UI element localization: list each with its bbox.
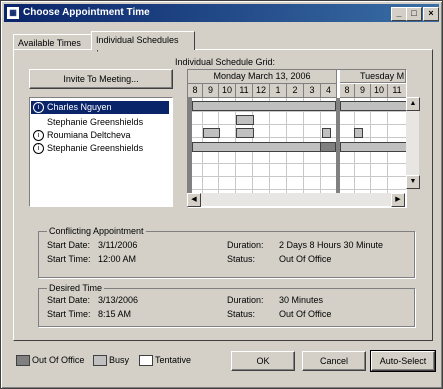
hour-header: 2 xyxy=(287,84,304,98)
schedule-grid[interactable]: Monday March 13, 2006 Tuesday M 8 9 10 1… xyxy=(187,69,407,208)
scroll-up-icon[interactable]: ▲ xyxy=(406,97,420,111)
app-icon: ▦ xyxy=(7,7,19,19)
hour-header: 9 xyxy=(203,84,219,98)
status-label: Status: xyxy=(227,309,256,319)
tab-individual-schedules[interactable]: Individual Schedules xyxy=(91,31,195,50)
grid-horizontal-scrollbar[interactable]: ◀ ▶ xyxy=(187,193,405,207)
close-button[interactable]: × xyxy=(423,7,439,21)
auto-select-button[interactable]: Auto-Select xyxy=(370,350,436,372)
day-separator xyxy=(336,98,340,206)
title-bar[interactable]: ▦ Choose Appointment Time _ □ × xyxy=(4,4,439,22)
duration-label: Duration: xyxy=(227,240,264,250)
out-of-office-block[interactable] xyxy=(320,142,336,152)
busy-block[interactable] xyxy=(340,101,406,111)
hour-header: 8 xyxy=(188,84,203,98)
conflicting-appointment-group: Conflicting Appointment Start Date: 3/11… xyxy=(38,226,415,278)
busy-swatch xyxy=(93,355,107,366)
scroll-left-icon[interactable]: ◀ xyxy=(187,193,201,207)
busy-block[interactable] xyxy=(322,128,331,138)
hour-header: 11 xyxy=(236,84,253,98)
minimize-button[interactable]: _ xyxy=(391,7,407,21)
attendee-item-stephanie-greenshields-2[interactable]: i Stephanie Greenshields xyxy=(31,142,169,155)
hour-header: 11 xyxy=(388,84,406,98)
start-date-label: Start Date: xyxy=(47,295,91,305)
hour-header: 12 xyxy=(253,84,270,98)
start-time-value: 12:00 AM xyxy=(98,254,137,264)
start-time-value: 8:15 AM xyxy=(98,309,132,319)
day-header: Monday March 13, 2006 xyxy=(188,70,337,84)
ok-button[interactable]: OK xyxy=(231,351,295,371)
scroll-right-icon[interactable]: ▶ xyxy=(391,193,405,207)
day-header: Tuesday M xyxy=(340,70,406,83)
attendee-item-stephanie-greenshields[interactable]: Stephanie Greenshields xyxy=(31,116,169,129)
status-value: Out Of Office xyxy=(279,309,332,319)
start-time-label: Start Time: xyxy=(47,309,91,319)
info-icon: i xyxy=(33,102,44,114)
tentative-swatch xyxy=(139,355,153,366)
duration-value: 30 Minutes xyxy=(279,295,324,305)
hour-header: 1 xyxy=(270,84,287,98)
cancel-button[interactable]: Cancel xyxy=(302,351,366,371)
busy-block[interactable] xyxy=(340,142,406,152)
start-date-value: 3/11/2006 xyxy=(98,240,138,250)
attendee-list[interactable]: i Charles Nguyen Stephanie Greenshields i… xyxy=(29,97,173,207)
grid-vertical-scrollbar[interactable]: ▲ ▼ xyxy=(406,97,420,189)
desired-time-group: Desired Time Start Date: 3/13/2006 Start… xyxy=(38,283,415,327)
attendee-item-roumiana-deltcheva[interactable]: i Roumiana Deltcheva xyxy=(31,129,169,142)
tentative-legend-label: Tentative xyxy=(155,355,192,365)
busy-block[interactable] xyxy=(236,115,254,125)
hour-header: 4 xyxy=(321,84,337,98)
hour-header: 10 xyxy=(219,84,236,98)
start-date-label: Start Date: xyxy=(47,240,91,250)
busy-block[interactable] xyxy=(203,128,220,138)
hour-header: 3 xyxy=(304,84,321,98)
info-icon: i xyxy=(33,130,44,142)
hour-header: 10 xyxy=(371,84,388,98)
start-date-value: 3/13/2006 xyxy=(98,295,139,305)
status-value: Out Of Office xyxy=(279,254,332,264)
time-marker xyxy=(188,98,192,206)
status-label: Status: xyxy=(227,254,256,264)
duration-value: 2 Days 8 Hours 30 Minute xyxy=(279,240,384,250)
info-icon: i xyxy=(33,143,44,155)
busy-block[interactable] xyxy=(192,142,322,152)
busy-block[interactable] xyxy=(236,128,254,138)
choose-appointment-window: ▦ Choose Appointment Time _ □ × Availabl… xyxy=(0,0,443,389)
conflicting-appointment-title: Conflicting Appointment xyxy=(47,226,146,237)
desired-time-title: Desired Time xyxy=(47,283,105,294)
hour-header: 8 xyxy=(340,84,355,98)
out-of-office-swatch xyxy=(16,355,30,366)
busy-block[interactable] xyxy=(192,101,336,111)
window-title: Choose Appointment Time xyxy=(23,7,150,18)
duration-label: Duration: xyxy=(227,295,264,305)
busy-block[interactable] xyxy=(354,128,363,138)
out-of-office-legend-label: Out Of Office xyxy=(32,355,85,365)
invite-to-meeting-button[interactable]: Invite To Meeting... xyxy=(29,69,173,89)
schedule-grid-label: Individual Schedule Grid: xyxy=(175,57,276,67)
hour-header: 9 xyxy=(355,84,371,98)
scroll-down-icon[interactable]: ▼ xyxy=(406,175,420,189)
busy-legend-label: Busy xyxy=(109,355,130,365)
start-time-label: Start Time: xyxy=(47,254,91,264)
maximize-button[interactable]: □ xyxy=(406,7,422,21)
attendee-item-charles-nguyen[interactable]: i Charles Nguyen xyxy=(31,101,169,114)
